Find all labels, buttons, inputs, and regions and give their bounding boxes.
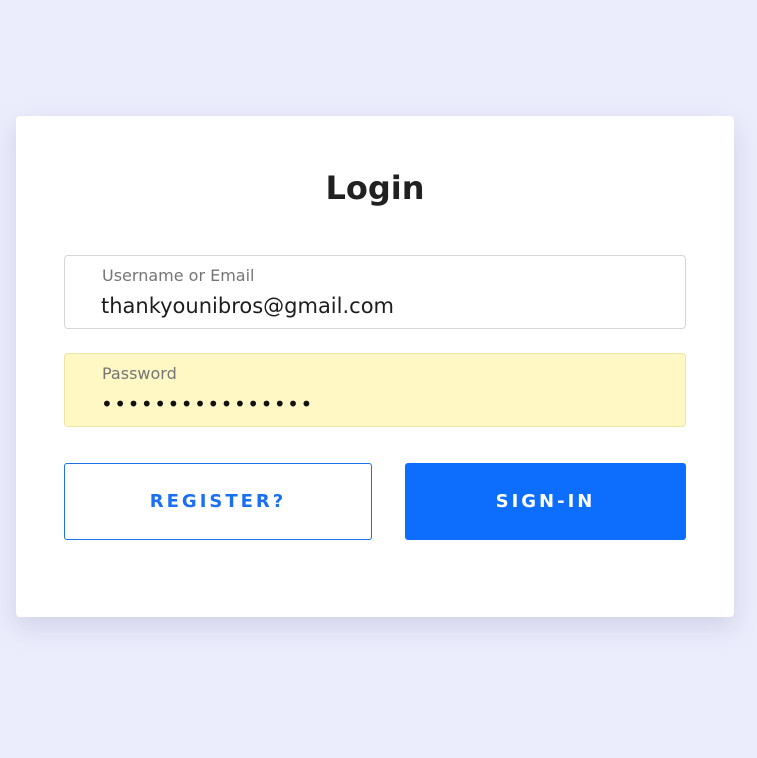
password-label: Password — [102, 364, 177, 383]
login-title: Login — [325, 169, 425, 207]
password-field[interactable]: Password — [64, 353, 686, 427]
username-input[interactable] — [101, 290, 661, 322]
sign-in-button[interactable]: SIGN-IN — [405, 463, 686, 540]
register-button[interactable]: REGISTER? — [64, 463, 372, 540]
username-label: Username or Email — [102, 266, 255, 285]
username-field[interactable]: Username or Email — [64, 255, 686, 329]
login-card: Login Username or Email Password REGISTE… — [16, 116, 734, 617]
password-input[interactable] — [101, 388, 661, 420]
